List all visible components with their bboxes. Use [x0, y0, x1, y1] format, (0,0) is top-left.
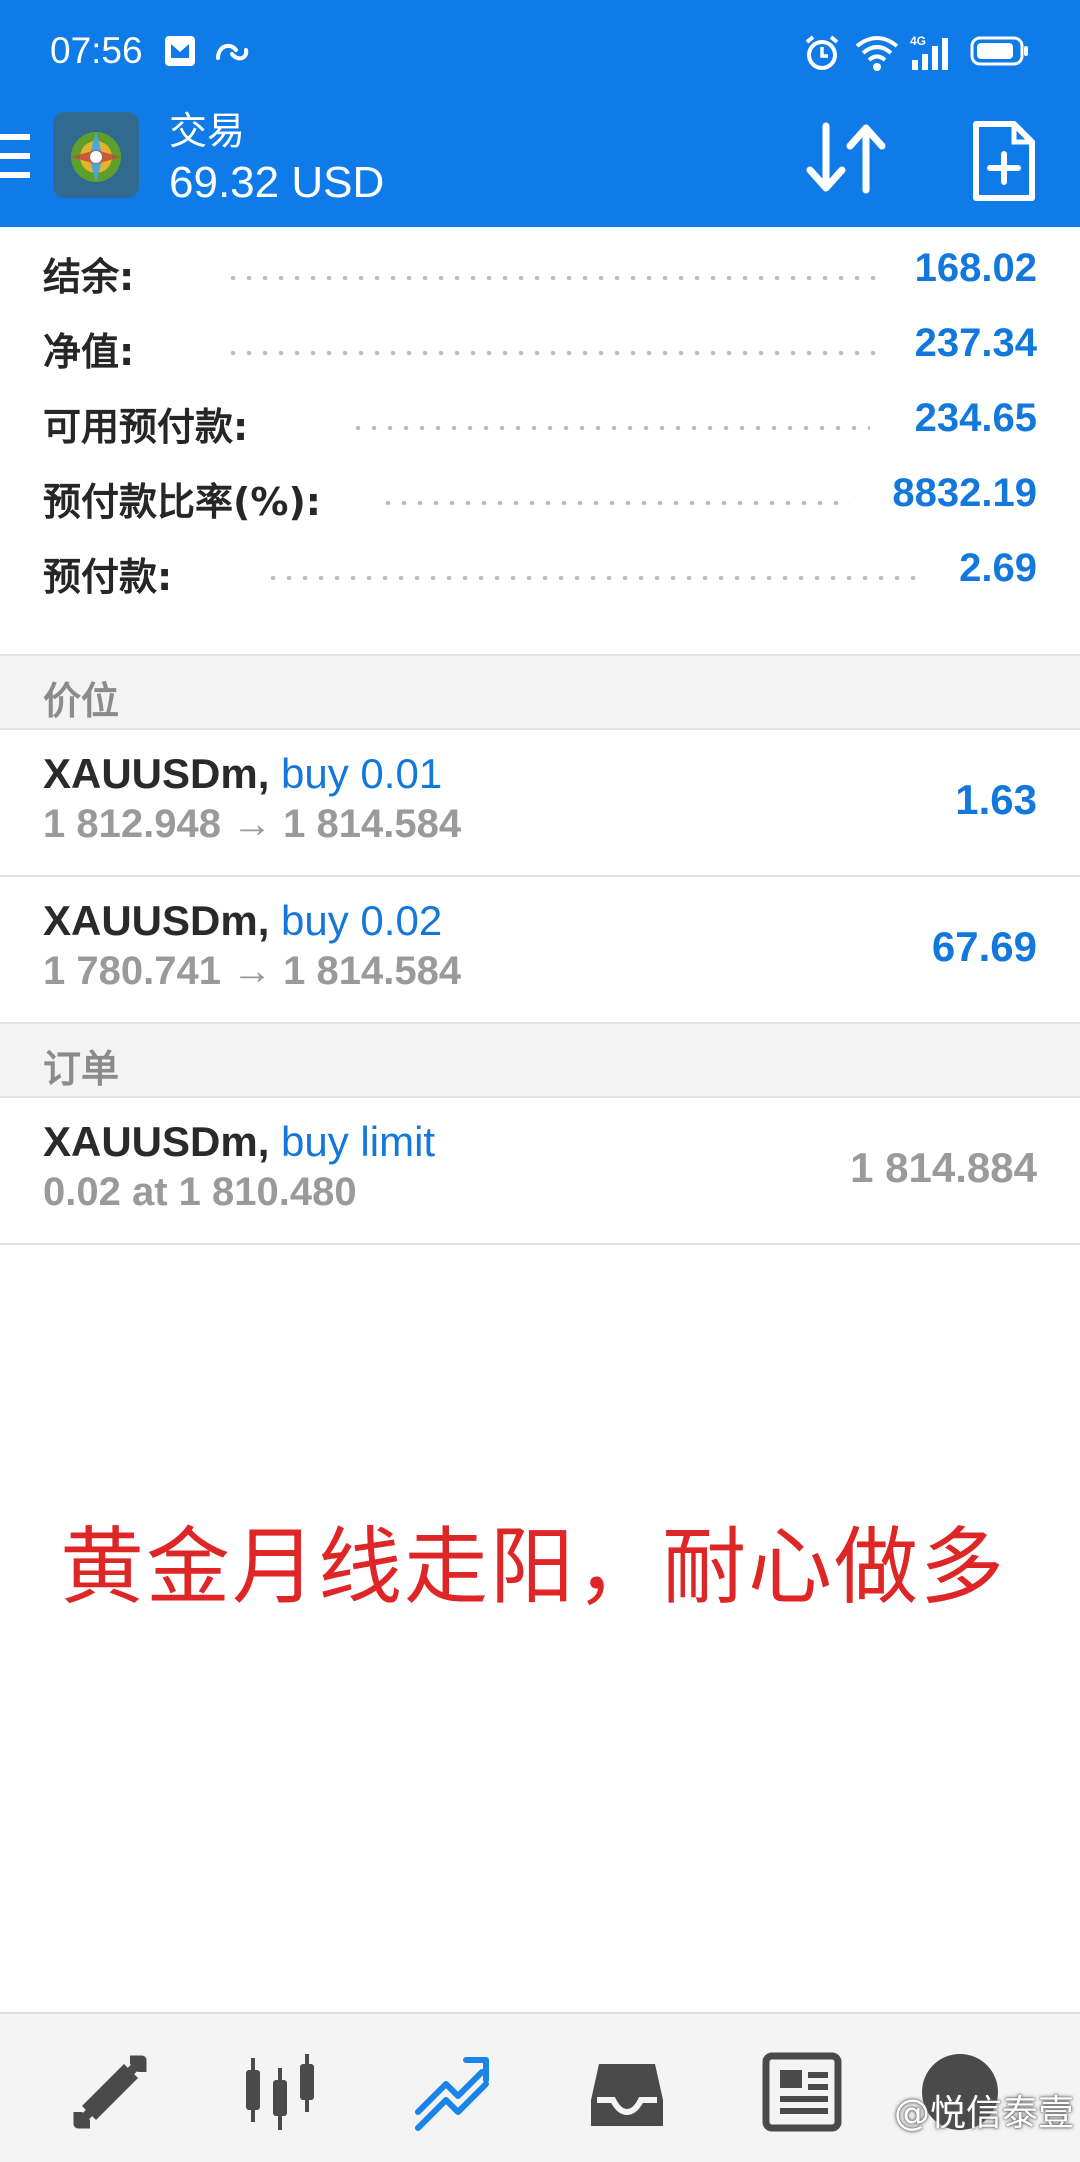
alarm-icon	[805, 35, 839, 70]
status-time: 07:56	[50, 30, 143, 71]
sort-icon[interactable]	[800, 118, 892, 198]
order-details: 0.02 at 1 810.480	[43, 1170, 357, 1214]
account-summary: 结余: 168.02 净值: 237.34 可用预付款: 234.65 预付款比…	[0, 232, 1080, 607]
summary-value: 168.02	[914, 246, 1037, 290]
dotted-leader	[265, 576, 925, 580]
position-prices: 1 780.741 → 1 814.584	[43, 949, 462, 993]
summary-value: 2.69	[959, 546, 1037, 590]
battery-icon	[970, 36, 1028, 66]
order-symbol: XAUUSDm,	[43, 1118, 270, 1165]
news-icon[interactable]	[760, 2050, 844, 2134]
watermark: @悦信泰壹	[893, 2093, 1074, 2134]
position-profit: 1.63	[955, 776, 1037, 823]
section-title: 订单	[43, 1047, 120, 1091]
summary-label: 可用预付款:	[43, 405, 249, 449]
position-type: buy 0.01	[281, 750, 443, 797]
app-logo	[53, 112, 139, 198]
positions-header: 价位	[0, 654, 1080, 730]
section-title: 价位	[43, 679, 120, 723]
menu-icon[interactable]	[0, 134, 30, 180]
position-profit: 67.69	[931, 923, 1037, 970]
order-row[interactable]: XAUUSDm, buy limit 0.02 at 1 810.480 1 8…	[0, 1098, 1080, 1245]
dotted-leader	[225, 351, 885, 355]
summary-row-balance: 结余: 168.02	[0, 232, 1080, 307]
position-symbol: XAUUSDm,	[43, 897, 270, 944]
page-title: 交易	[169, 109, 246, 153]
summary-value: 237.34	[914, 321, 1037, 365]
app-bar: 07:56 4G 交易 69.32 USD	[0, 0, 1080, 227]
signal-4g-icon: 4G	[910, 34, 948, 70]
svg-text:4G: 4G	[910, 34, 926, 48]
chart-icon[interactable]	[238, 2050, 322, 2134]
trade-icon[interactable]	[410, 2050, 494, 2134]
summary-label: 预付款比率(%):	[43, 480, 322, 524]
summary-value: 234.65	[914, 396, 1037, 440]
summary-row-equity: 净值: 237.34	[0, 307, 1080, 382]
account-balance: 69.32 USD	[169, 158, 385, 207]
order-symbol-line: XAUUSDm, buy limit	[43, 1118, 435, 1166]
dotted-leader	[225, 276, 885, 280]
position-symbol-line: XAUUSDm, buy 0.02	[43, 897, 442, 945]
summary-label: 预付款:	[43, 555, 173, 599]
position-type: buy 0.02	[281, 897, 443, 944]
summary-row-margin: 预付款: 2.69	[0, 532, 1080, 607]
order-price: 1 814.884	[850, 1144, 1037, 1191]
position-symbol: XAUUSDm,	[43, 750, 270, 797]
bottom-navigation: @悦信泰壹	[0, 2012, 1080, 2162]
summary-row-margin-level: 预付款比率(%): 8832.19	[0, 457, 1080, 532]
orders-header: 订单	[0, 1022, 1080, 1098]
summary-label: 结余:	[43, 255, 135, 299]
overlay-annotation: 黄金月线走阳，耐心做多	[60, 1518, 1007, 1616]
wifi-icon	[855, 36, 899, 71]
order-type: buy limit	[281, 1118, 436, 1165]
summary-label: 净值:	[43, 330, 135, 374]
quotes-icon[interactable]	[68, 2050, 152, 2134]
new-order-icon[interactable]	[970, 118, 1038, 204]
position-row[interactable]: XAUUSDm, buy 0.01 1 812.948 → 1 814.584 …	[0, 730, 1080, 877]
dotted-leader	[380, 501, 850, 505]
mail-icon	[165, 36, 195, 66]
history-icon[interactable]	[585, 2050, 669, 2134]
position-row[interactable]: XAUUSDm, buy 0.02 1 780.741 → 1 814.584 …	[0, 877, 1080, 1024]
summary-row-free-margin: 可用预付款: 234.65	[0, 382, 1080, 457]
position-prices: 1 812.948 → 1 814.584	[43, 802, 462, 846]
position-symbol-line: XAUUSDm, buy 0.01	[43, 750, 442, 798]
dotted-leader	[350, 426, 870, 430]
summary-value: 8832.19	[892, 471, 1037, 515]
link-icon	[216, 43, 249, 61]
